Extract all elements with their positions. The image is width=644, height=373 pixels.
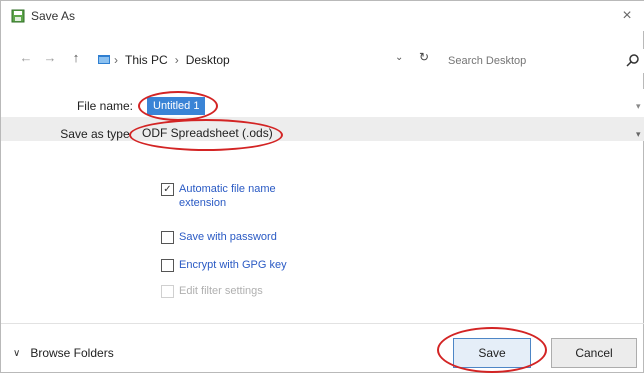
title-bar: Save As × bbox=[1, 1, 644, 31]
breadcrumb-item-desktop[interactable]: Desktop bbox=[186, 53, 230, 67]
option-edit-filter-settings: Edit filter settings bbox=[161, 284, 263, 298]
close-button[interactable]: × bbox=[617, 6, 637, 26]
back-arrow-icon[interactable]: ← bbox=[19, 51, 33, 65]
file-name-label: File name: bbox=[76, 99, 133, 113]
chevron-down-icon[interactable]: ▾ bbox=[636, 101, 641, 112]
checkbox[interactable] bbox=[161, 259, 174, 272]
option-encrypt-gpg[interactable]: Encrypt with GPG key bbox=[161, 258, 287, 272]
chevron-down-icon[interactable]: ▾ bbox=[636, 129, 641, 140]
save-as-type-label: Save as type: bbox=[60, 127, 133, 141]
option-save-with-password[interactable]: Save with password bbox=[161, 230, 277, 244]
cancel-button[interactable]: Cancel bbox=[551, 338, 637, 368]
search-icon[interactable] bbox=[626, 53, 640, 67]
highlight-ellipse-save-as-type bbox=[129, 119, 283, 151]
checkbox-checked[interactable]: ✓ bbox=[161, 183, 174, 196]
option-label: Save with password bbox=[179, 231, 277, 243]
option-label: Edit filter settings bbox=[179, 285, 263, 297]
option-automatic-extension[interactable]: ✓ Automatic file name extension bbox=[161, 182, 311, 210]
chevron-down-icon[interactable]: ⌄ bbox=[395, 52, 403, 63]
checkbox[interactable] bbox=[161, 231, 174, 244]
checkbox-disabled bbox=[161, 285, 174, 298]
breadcrumb-item-this-pc[interactable]: This PC bbox=[125, 53, 168, 67]
option-label: Automatic file name extension bbox=[179, 183, 276, 209]
forward-arrow-icon[interactable]: → bbox=[43, 51, 57, 65]
breadcrumb-separator: › bbox=[174, 53, 179, 67]
refresh-icon[interactable]: ↻ bbox=[419, 50, 429, 64]
save-as-dialog: Save As × ← → ↑ › This PC › Desktop ⌄ ↻ … bbox=[0, 0, 644, 373]
option-label: Encrypt with GPG key bbox=[179, 259, 287, 271]
browse-folders-label: Browse Folders bbox=[30, 346, 114, 360]
window-title: Save As bbox=[31, 9, 76, 23]
save-document-icon bbox=[11, 9, 25, 23]
up-arrow-icon[interactable]: ↑ bbox=[69, 51, 83, 65]
desktop-folder-icon bbox=[98, 55, 110, 64]
browse-folders-toggle[interactable]: ∨ Browse Folders bbox=[13, 346, 114, 360]
divider bbox=[1, 323, 644, 324]
search-box[interactable] bbox=[436, 49, 644, 73]
search-input[interactable] bbox=[448, 54, 608, 68]
highlight-ellipse-file-name bbox=[138, 91, 218, 121]
breadcrumb[interactable]: › This PC › Desktop bbox=[86, 49, 416, 71]
breadcrumb-separator: › bbox=[114, 53, 118, 67]
highlight-ellipse-save-button bbox=[437, 327, 547, 373]
chevron-down-icon: ∨ bbox=[13, 347, 21, 359]
